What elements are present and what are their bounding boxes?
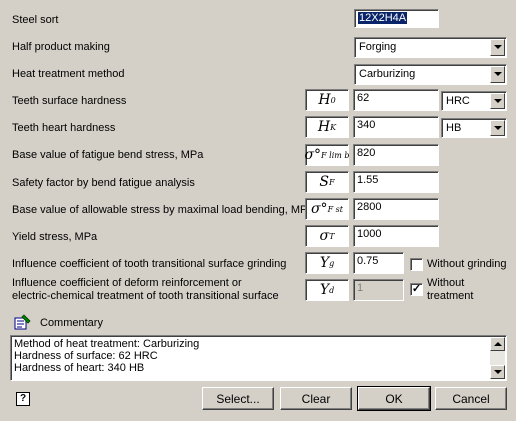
half-product-label: Half product making xyxy=(12,41,110,53)
heart-hardness-input[interactable]: 340 xyxy=(353,116,439,138)
commentary-title: Commentary xyxy=(40,317,103,329)
yield-stress-label: Yield stress, MPa xyxy=(12,231,98,243)
surface-hardness-unit: HRC xyxy=(446,95,470,107)
fatigue-bend-label: Base value of fatigue bend stress, MPa xyxy=(12,149,204,161)
scroll-down-icon[interactable] xyxy=(490,365,505,379)
half-product-value: Forging xyxy=(359,41,397,53)
chevron-down-icon[interactable] xyxy=(490,120,505,136)
half-product-select[interactable]: Forging xyxy=(354,37,507,58)
steel-sort-label: Steel sort xyxy=(12,14,59,26)
clear-button[interactable]: Clear xyxy=(280,387,352,410)
heart-hardness-symbol: HK xyxy=(305,116,349,138)
heat-treatment-value: Carburizing xyxy=(359,68,416,80)
grinding-label: Influence coefficient of tooth transitio… xyxy=(12,258,287,270)
deform-symbol: Yd xyxy=(305,279,349,301)
without-grinding-checkbox[interactable] xyxy=(410,258,423,271)
chevron-down-icon[interactable] xyxy=(490,66,505,83)
heat-treatment-label: Heat treatment method xyxy=(12,68,125,80)
safety-factor-symbol: SF xyxy=(305,171,349,193)
steel-sort-value: 12X2H4A xyxy=(358,12,408,24)
heat-treatment-select[interactable]: Carburizing xyxy=(354,64,507,85)
surface-hardness-input[interactable]: 62 xyxy=(353,89,439,111)
surface-hardness-symbol: H0 xyxy=(305,89,349,111)
scroll-up-icon[interactable] xyxy=(490,337,505,351)
check-mark-icon: ✓ xyxy=(411,283,422,295)
commentary-line: Method of heat treatment: Carburizing xyxy=(14,338,200,350)
grinding-input[interactable]: 0.75 xyxy=(353,252,404,274)
without-treatment-checkbox[interactable]: ✓ xyxy=(410,283,423,296)
commentary-scrollbar[interactable] xyxy=(490,337,505,379)
without-grinding-label: Without grinding xyxy=(427,258,507,270)
allowable-stress-input[interactable]: 2800 xyxy=(353,198,439,220)
commentary-line: Hardness of surface: 62 HRC xyxy=(14,350,158,362)
yield-stress-input[interactable]: 1000 xyxy=(353,225,439,247)
help-icon[interactable]: ? xyxy=(16,392,30,406)
safety-factor-label: Safety factor by bend fatigue analysis xyxy=(12,177,195,189)
surface-hardness-unit-select[interactable]: HRC xyxy=(441,91,507,111)
commentary-icon xyxy=(14,314,31,330)
select-button[interactable]: Select... xyxy=(202,387,274,410)
allowable-stress-label: Base value of allowable stress by maxima… xyxy=(12,204,314,216)
commentary-line: Hardness of heart: 340 HB xyxy=(14,362,145,374)
heart-hardness-label: Teeth heart hardness xyxy=(12,122,116,134)
chevron-down-icon[interactable] xyxy=(490,39,505,56)
fatigue-bend-symbol: σ° F lim b xyxy=(304,144,350,166)
surface-hardness-label: Teeth surface hardness xyxy=(12,95,127,107)
deform-input[interactable]: 1 xyxy=(353,279,404,301)
without-treatment-label: Without treatment xyxy=(427,277,474,302)
grinding-symbol: Yg xyxy=(305,252,349,274)
heart-hardness-unit: HB xyxy=(446,122,462,134)
allowable-stress-symbol: σ° F st xyxy=(305,198,349,220)
ok-button[interactable]: OK xyxy=(357,386,431,411)
deform-label: Influence coefficient of deform reinforc… xyxy=(12,277,279,302)
cancel-button[interactable]: Cancel xyxy=(435,387,507,410)
fatigue-bend-input[interactable]: 820 xyxy=(353,144,439,166)
chevron-down-icon[interactable] xyxy=(490,93,505,109)
heart-hardness-unit-select[interactable]: HB xyxy=(441,118,507,138)
commentary-textarea[interactable]: Method of heat treatment: Carburizing Ha… xyxy=(10,335,507,381)
yield-stress-symbol: σT xyxy=(305,225,349,247)
safety-factor-input[interactable]: 1.55 xyxy=(353,171,439,193)
steel-sort-input[interactable]: 12X2H4A xyxy=(354,9,439,28)
